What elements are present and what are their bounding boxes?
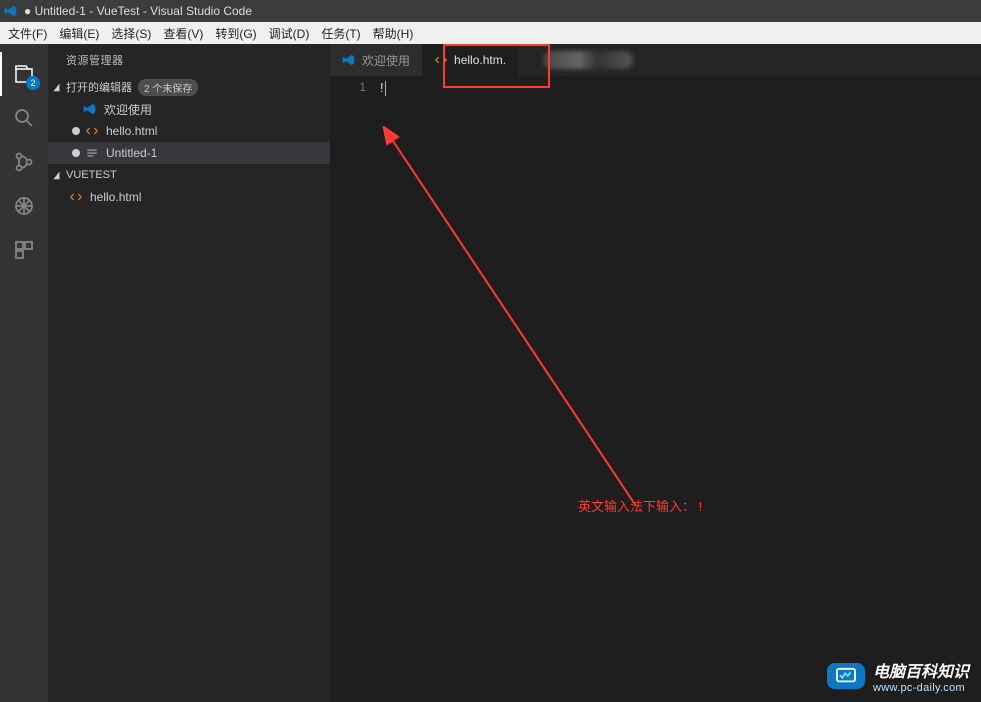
unsaved-dot-icon [72,127,80,135]
menu-tasks[interactable]: 任务(T) [315,23,366,44]
chevron-down-icon: ◢ [53,170,64,181]
watermark: 电脑百科知识 www.pc-daily.com [827,658,969,694]
open-editor-label: 欢迎使用 [104,101,152,118]
unsaved-badge: 2 个未保存 [138,79,198,96]
open-editors-header[interactable]: ◢ 打开的编辑器 2 个未保存 [48,76,330,98]
explorer-badge: 2 [26,76,40,90]
menu-help[interactable]: 帮助(H) [367,23,420,44]
activity-search[interactable] [0,96,48,140]
titlebar: ● Untitled-1 - VueTest - Visual Studio C… [0,0,981,22]
unsaved-dot-icon [72,149,80,157]
tab-hello-html[interactable]: hello.htm. [422,44,518,76]
open-editors-label: 打开的编辑器 [66,79,132,95]
vscode-icon [82,101,98,117]
line-gutter: 1 [330,76,380,702]
menu-view[interactable]: 查看(V) [157,23,209,44]
open-editor-label: Untitled-1 [106,146,157,160]
code-content[interactable]: ! [380,76,981,702]
sidebar-title: 资源管理器 [48,44,330,76]
open-editor-label: hello.html [106,124,157,138]
code-text: ! [380,80,384,95]
line-number: 1 [330,80,366,94]
open-editor-hello[interactable]: hello.html [48,120,330,142]
activity-bar: 2 [0,44,48,702]
watermark-url: www.pc-daily.com [873,682,965,694]
menu-select[interactable]: 选择(S) [105,23,157,44]
open-editor-untitled[interactable]: Untitled-1 [48,142,330,164]
sidebar: 资源管理器 ◢ 打开的编辑器 2 个未保存 欢迎使用 hello.html Un… [48,44,330,702]
vscode-icon [4,4,18,18]
text-cursor [385,81,386,96]
activity-extensions[interactable] [0,228,48,272]
menu-debug[interactable]: 调试(D) [263,23,316,44]
file-label: hello.html [90,190,141,204]
menu-goto[interactable]: 转到(G) [209,23,262,44]
editor-area: 欢迎使用 hello.htm. 1 ! [330,44,981,702]
menu-edit[interactable]: 编辑(E) [53,23,105,44]
project-label: VUETEST [66,169,117,181]
tab-bar: 欢迎使用 hello.htm. [330,44,981,76]
file-hello-html[interactable]: hello.html [48,186,330,208]
censored-area [543,51,633,69]
watermark-title: 电脑百科知识 [873,658,969,682]
activity-source-control[interactable] [0,140,48,184]
file-icon [84,145,100,161]
watermark-badge-icon [827,663,865,689]
vscode-icon [342,53,356,67]
open-editor-welcome[interactable]: 欢迎使用 [48,98,330,120]
annotation-text: 英文输入法下输入： ! [578,496,702,515]
window-title: ● Untitled-1 - VueTest - Visual Studio C… [24,4,252,18]
html-icon [68,189,84,205]
html-icon [434,53,448,67]
project-header[interactable]: ◢ VUETEST [48,164,330,186]
menu-file[interactable]: 文件(F) [2,23,53,44]
menubar: 文件(F) 编辑(E) 选择(S) 查看(V) 转到(G) 调试(D) 任务(T… [0,22,981,44]
tab-label: hello.htm. [454,53,506,67]
html-icon [84,123,100,139]
activity-explorer[interactable]: 2 [0,52,48,96]
editor-body[interactable]: 1 ! 英文输入法下输入： ! [330,76,981,702]
tab-label: 欢迎使用 [362,52,410,69]
chevron-down-icon: ◢ [53,82,64,93]
tab-welcome[interactable]: 欢迎使用 [330,44,422,76]
activity-debug[interactable] [0,184,48,228]
